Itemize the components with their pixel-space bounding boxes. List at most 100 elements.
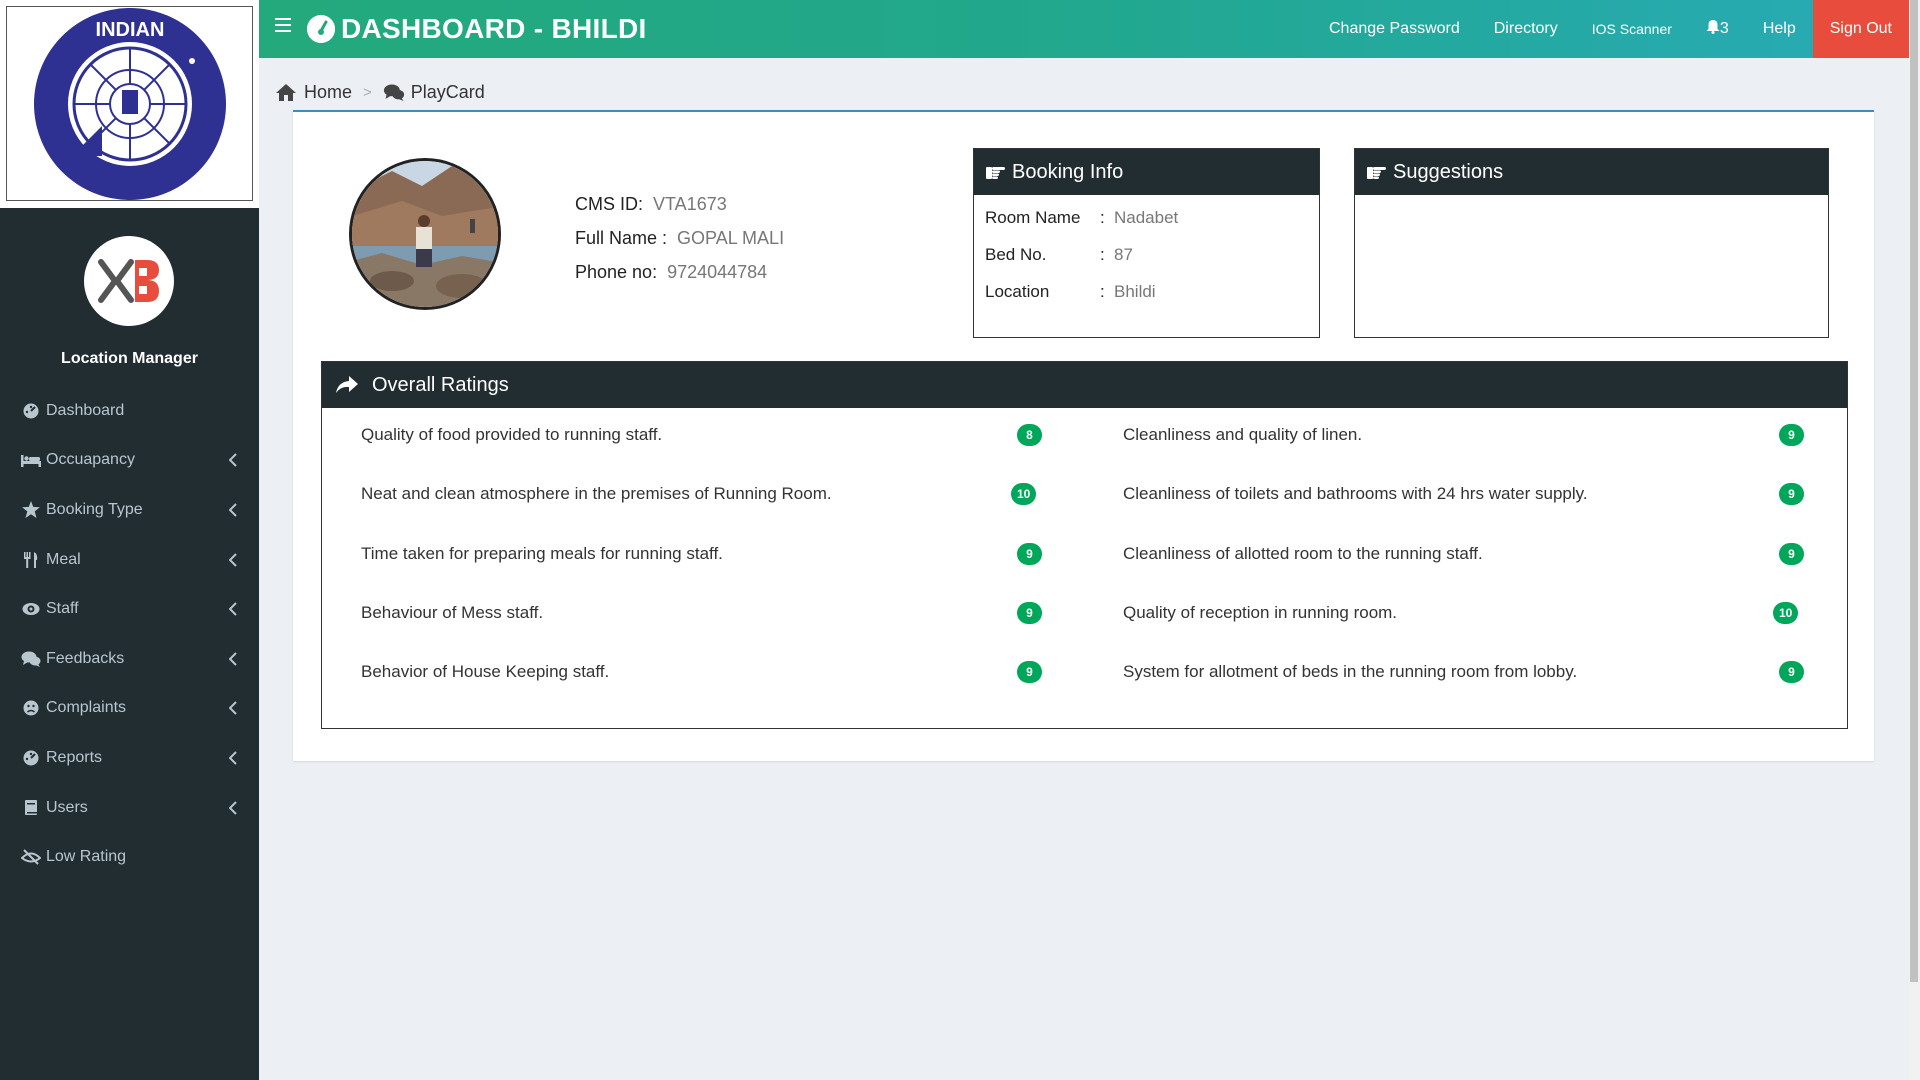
rating-score-badge: 9 [1779,483,1804,505]
suggestions-header: Suggestions [1355,149,1828,195]
sidebar-item-label: Dashboard [46,401,125,419]
sidebar-item-users[interactable]: Users [0,783,259,833]
scrollbar-thumb[interactable] [1910,0,1918,982]
booking-key: Room Name [985,207,1081,227]
rating-score-badge: 9 [1017,543,1042,565]
sidebar: Location Manager Dashboard Occuapancy Bo… [0,208,259,1080]
breadcrumb-home[interactable]: Home [304,82,352,103]
breadcrumb-current: PlayCard [410,82,485,102]
sidebar-item-label: Users [46,798,88,816]
suggestions-box: Suggestions [1354,148,1829,338]
overall-ratings-box: Overall Ratings Quality of food provided… [321,361,1848,729]
cms-id-label: CMS ID: [575,193,644,214]
hamburger-menu-icon[interactable] [275,18,291,32]
chevron-left-icon [228,701,237,720]
star-icon [20,501,42,519]
eye-icon [20,600,42,618]
staff-profile-photo [349,158,501,310]
sidebar-item-staff[interactable]: Staff [0,584,259,634]
dashboard-title-icon [307,15,335,43]
notifications-count: 3 [1719,20,1729,37]
app-logo-icon [98,259,159,303]
cms-id-value: VTA1673 [653,193,727,214]
sidebar-item-complaints[interactable]: Complaints [0,684,259,734]
directory-link[interactable]: Directory [1477,0,1575,58]
ios-scanner-link[interactable]: IOS Scanner [1575,0,1689,58]
rating-score-badge: 9 [1779,543,1804,565]
booking-value: 87 [1114,244,1133,264]
booking-value: Nadabet [1114,207,1179,227]
booking-info-box: Booking Info Room Name: Nadabet Bed No.:8… [973,148,1320,338]
app-avatar [84,236,174,326]
booking-key: Bed No. [985,244,1047,264]
booking-value: Bhildi [1114,281,1156,301]
playcard-panel: CMS ID: VTA1673 Full Name : GOPAL MALI Pho… [293,110,1874,761]
booking-info-header: Booking Info [974,149,1319,195]
frown-icon [20,699,42,717]
booking-row-room: Room Name: Nadabet [985,207,1179,227]
sidebar-item-occupancy[interactable]: Occuapancy [0,436,259,486]
breadcrumb-separator: > [363,84,372,101]
sidebar-item-low-rating[interactable]: Low Rating [0,832,259,882]
change-password-link[interactable]: Change Password [1312,0,1477,58]
notifications-button[interactable]: 3 [1689,0,1746,58]
chevron-left-icon [228,552,237,572]
rating-score-badge: 10 [1773,602,1799,624]
sidebar-item-label: Low Rating [46,848,127,866]
sign-out-button[interactable]: Sign Out [1812,0,1909,58]
booking-row-location: Location: Bhildi [985,281,1156,301]
rating-score-badge: 9 [1779,661,1804,683]
rating-score-badge: 9 [1017,661,1042,683]
chevron-left-icon [228,800,237,820]
help-link[interactable]: Help [1746,0,1813,58]
book-icon [20,799,42,817]
chevron-left-icon [228,503,237,522]
breadcrumb: Home > PlayCard [276,82,485,103]
sidebar-item-label: Booking Type [46,500,143,518]
share-arrow-icon [336,376,358,394]
sidebar-item-feedbacks[interactable]: Feedbacks [0,634,259,684]
hand-pointing-icon [986,164,1006,180]
chevron-left-icon [228,453,237,472]
sidebar-item-label: Occuapancy [46,451,135,469]
rating-question: Behaviour of Mess staff. [361,603,544,622]
hand-pointing-icon [1367,164,1387,180]
rating-question: Quality of food provided to running staf… [361,425,663,444]
bed-icon [20,451,42,469]
sidebar-item-label: Reports [46,748,103,766]
page-title: DASHBOARD - BHILDI [341,13,647,44]
rating-question: Cleanliness of allotted room to the runn… [1123,544,1483,563]
rating-score-badge: 8 [1017,424,1042,446]
logo-text: INDIAN [95,19,164,41]
sidebar-item-dashboard[interactable]: Dashboard [0,386,259,436]
dashboard-icon [20,402,42,420]
rating-question: System for allotment of beds in the runn… [1123,662,1578,681]
staff-details: CMS ID: VTA1673 Full Name : GOPAL MALI Pho… [575,187,784,289]
user-role: Location Manager [61,350,198,367]
indian-railways-logo: INDIAN [6,6,253,201]
ratings-title: Overall Ratings [372,373,509,396]
rating-score-badge: 9 [1017,602,1042,624]
ratings-header: Overall Ratings [322,362,1847,408]
logo-box: INDIAN [0,0,259,208]
chevron-left-icon [228,751,237,770]
sidebar-item-label: Staff [46,600,79,618]
phone-label: Phone no: [575,261,658,282]
rating-question: Behavior of House Keeping staff. [361,662,610,681]
comments-icon [20,650,42,668]
sidebar-item-booking-type[interactable]: Booking Type [0,485,259,535]
sidebar-item-label: Meal [46,550,81,568]
rating-question: Time taken for preparing meals for runni… [361,544,723,563]
sidebar-item-meal[interactable]: Meal [0,535,259,585]
top-navbar: DASHBOARD - BHILDI Change Password Direc… [259,0,1909,58]
rating-question: Neat and clean atmosphere in the premise… [361,484,832,503]
indian-railways-emblem: INDIAN [33,7,226,200]
cutlery-icon [20,551,42,569]
sidebar-item-label: Feedbacks [46,649,125,667]
page-scrollbar[interactable] [1909,0,1920,1080]
rating-question: Cleanliness of toilets and bathrooms wit… [1123,484,1588,503]
sidebar-item-reports[interactable]: Reports [0,733,259,783]
home-icon [276,84,296,101]
chevron-left-icon [228,652,237,671]
low-vision-icon [20,848,42,866]
